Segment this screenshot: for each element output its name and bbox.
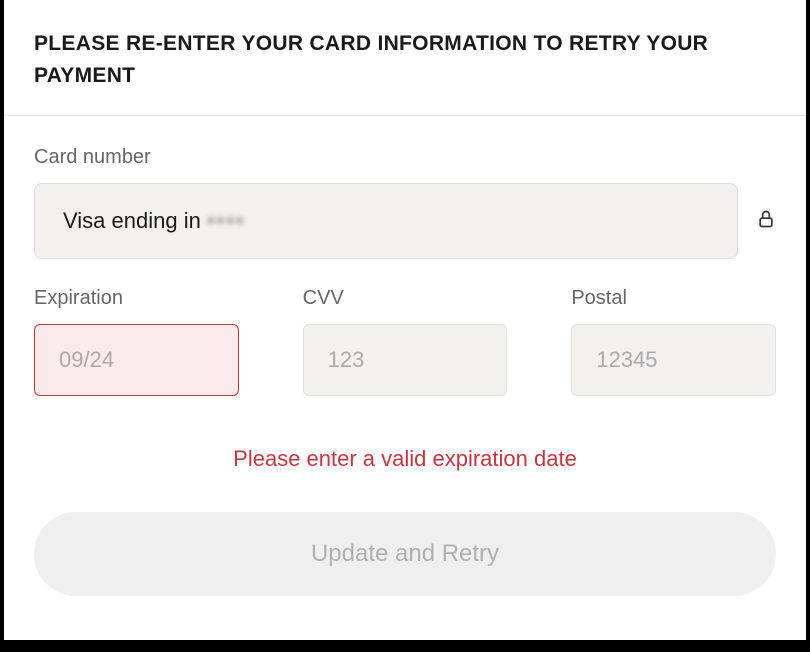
update-retry-button[interactable]: Update and Retry — [34, 512, 776, 596]
cvv-group: CVV — [303, 287, 508, 396]
card-number-input[interactable]: Visa ending in •••• — [34, 183, 738, 259]
modal-title: PLEASE RE-ENTER YOUR CARD INFORMATION TO… — [34, 28, 776, 91]
cvv-input[interactable] — [303, 324, 508, 396]
postal-group: Postal — [571, 287, 776, 396]
payment-retry-modal: PLEASE RE-ENTER YOUR CARD INFORMATION TO… — [4, 0, 806, 640]
lock-icon — [756, 209, 776, 233]
card-number-group: Card number Visa ending in •••• — [34, 146, 776, 259]
expiration-input[interactable] — [34, 324, 239, 396]
cvv-label: CVV — [303, 287, 508, 310]
postal-label: Postal — [571, 287, 776, 310]
postal-input[interactable] — [571, 324, 776, 396]
expiration-group: Expiration — [34, 287, 239, 396]
card-prefix-text: Visa ending in — [63, 208, 201, 234]
card-number-label: Card number — [34, 146, 776, 169]
card-number-row: Visa ending in •••• — [34, 183, 776, 259]
modal-header: PLEASE RE-ENTER YOUR CARD INFORMATION TO… — [4, 0, 806, 116]
error-message: Please enter a valid expiration date — [34, 446, 776, 472]
card-details-row: Expiration CVV Postal — [34, 287, 776, 396]
form-body: Card number Visa ending in •••• Expirati… — [4, 116, 806, 596]
card-masked-digits: •••• — [207, 208, 246, 234]
expiration-label: Expiration — [34, 287, 239, 310]
